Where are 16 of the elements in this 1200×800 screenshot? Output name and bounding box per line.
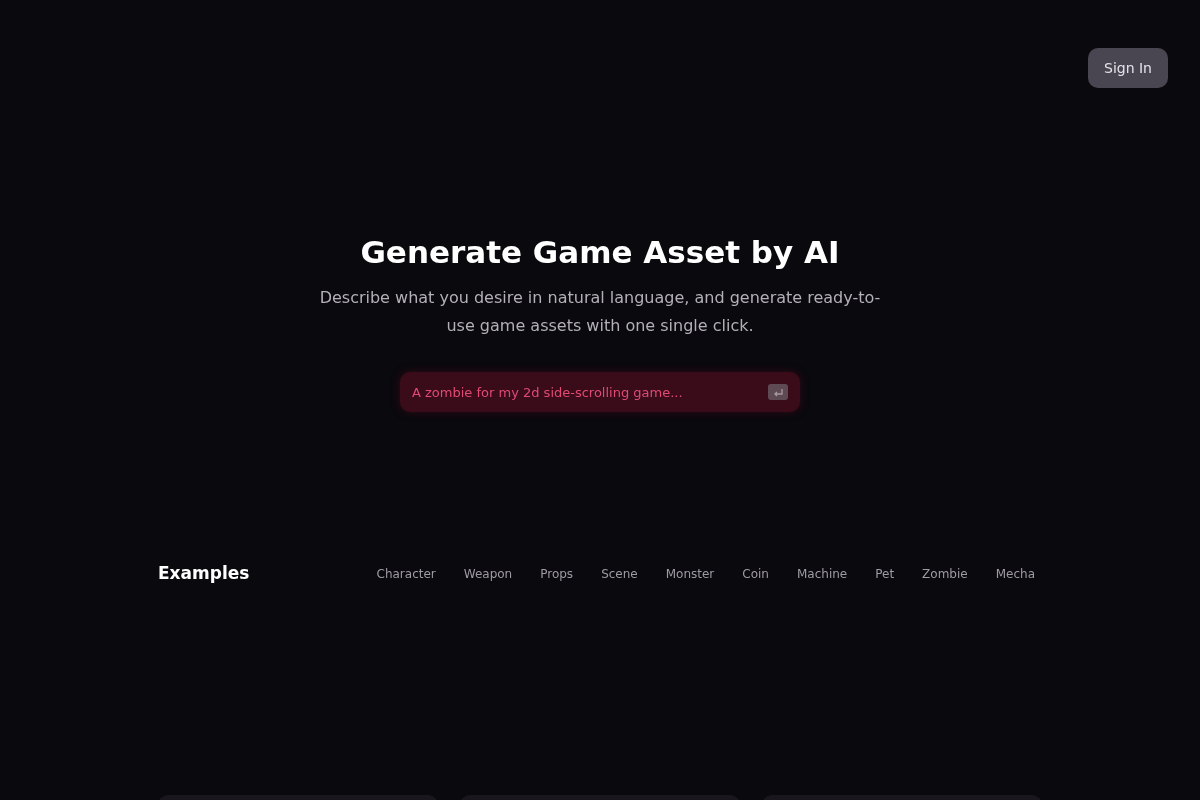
category-tab[interactable]: Scene <box>594 561 645 587</box>
category-tab[interactable]: Weapon <box>456 561 520 587</box>
page-subtitle: Describe what you desire in natural language, and generate ready-to-use game assets with one single click. <box>318 287 882 337</box>
category-tab[interactable]: Props <box>533 561 581 587</box>
category-tab[interactable]: Machine <box>789 561 855 587</box>
prompt-field[interactable]: A zombie for my 2d side-scrolling game... <box>400 372 800 412</box>
page-title: Generate Game Asset by AI <box>360 233 840 272</box>
category-tab[interactable]: Pet <box>868 561 902 587</box>
examples-heading: Examples <box>158 562 250 586</box>
category-tab[interactable]: Monster <box>658 561 722 587</box>
category-tab[interactable]: Character <box>369 561 443 587</box>
enter-key-icon[interactable] <box>768 384 788 400</box>
category-tab[interactable]: Zombie <box>915 561 975 587</box>
category-tab[interactable]: Coin <box>735 561 776 587</box>
sign-in-button[interactable]: Sign In <box>1088 48 1168 88</box>
category-tab[interactable]: Mecha <box>988 561 1042 587</box>
